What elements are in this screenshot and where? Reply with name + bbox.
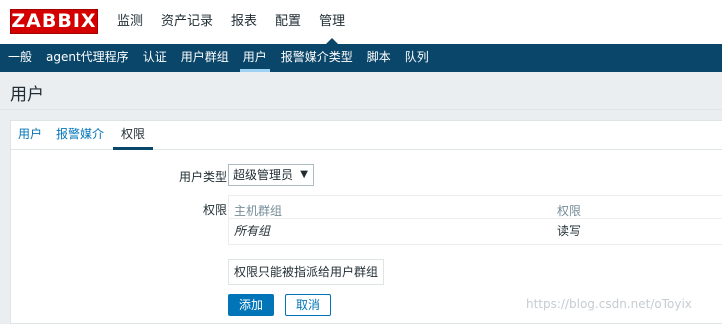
submenu-item-users[interactable]: 用户 (236, 44, 274, 72)
submenu-item-media-types[interactable]: 报警媒介类型 (274, 44, 360, 72)
table-cell-permission: 读写 (557, 224, 582, 238)
page-title-bar: 用户 (0, 72, 722, 110)
menu-item-inventory[interactable]: 资产记录 (152, 0, 222, 44)
user-type-label: 用户类型 (178, 170, 227, 184)
permissions-note: 权限只能被指派给用户群组 (228, 259, 384, 285)
menu-item-monitoring[interactable]: 监测 (108, 0, 152, 44)
column-header-host-group: 主机群组 (234, 204, 283, 218)
watermark-text: https://blog.csdn.net/oToyix (526, 297, 692, 311)
submenu-item-authentication[interactable]: 认证 (136, 44, 174, 72)
menu-item-reports[interactable]: 报表 (222, 0, 266, 44)
submenu-item-user-groups[interactable]: 用户群组 (174, 44, 236, 72)
cancel-button[interactable]: 取消 (285, 294, 331, 316)
tab-permissions[interactable]: 权限 (113, 121, 154, 150)
tab-user[interactable]: 用户 (11, 121, 49, 149)
column-header-permission: 权限 (557, 204, 582, 218)
table-divider (229, 218, 722, 219)
main-menu: 监测 资产记录 报表 配置 管理 (108, 0, 354, 44)
user-type-select[interactable]: 超级管理员 ▼ (228, 164, 314, 186)
top-header: ZABBIX 监测 资产记录 报表 配置 管理 (0, 0, 722, 44)
user-type-value: 超级管理员 (233, 168, 294, 182)
sub-menu: 一般 agent代理程序 认证 用户群组 用户 报警媒介类型 脚本 队列 (0, 44, 722, 72)
page-title: 用户 (10, 85, 44, 105)
tab-media[interactable]: 报警媒介 (49, 121, 111, 149)
form-panel: 用户 报警媒介 权限 用户类型 超级管理员 ▼ 权限 主机群组 权限 所有组 读… (10, 120, 722, 324)
submenu-item-scripts[interactable]: 脚本 (360, 44, 398, 72)
submenu-item-general[interactable]: 一般 (0, 44, 39, 72)
tab-bar: 用户 报警媒介 权限 (11, 121, 722, 150)
menu-item-configuration[interactable]: 配置 (266, 0, 310, 44)
add-button[interactable]: 添加 (228, 294, 274, 316)
permissions-table: 主机群组 权限 所有组 读写 (228, 195, 722, 245)
dropdown-arrow-icon: ▼ (300, 169, 308, 180)
submenu-item-queue[interactable]: 队列 (398, 44, 436, 72)
table-cell-host-group: 所有组 (234, 224, 271, 238)
submenu-item-proxies[interactable]: agent代理程序 (39, 44, 136, 72)
permissions-label: 权限 (202, 203, 227, 217)
menu-item-administration[interactable]: 管理 (310, 0, 354, 44)
zabbix-logo[interactable]: ZABBIX (10, 9, 98, 34)
